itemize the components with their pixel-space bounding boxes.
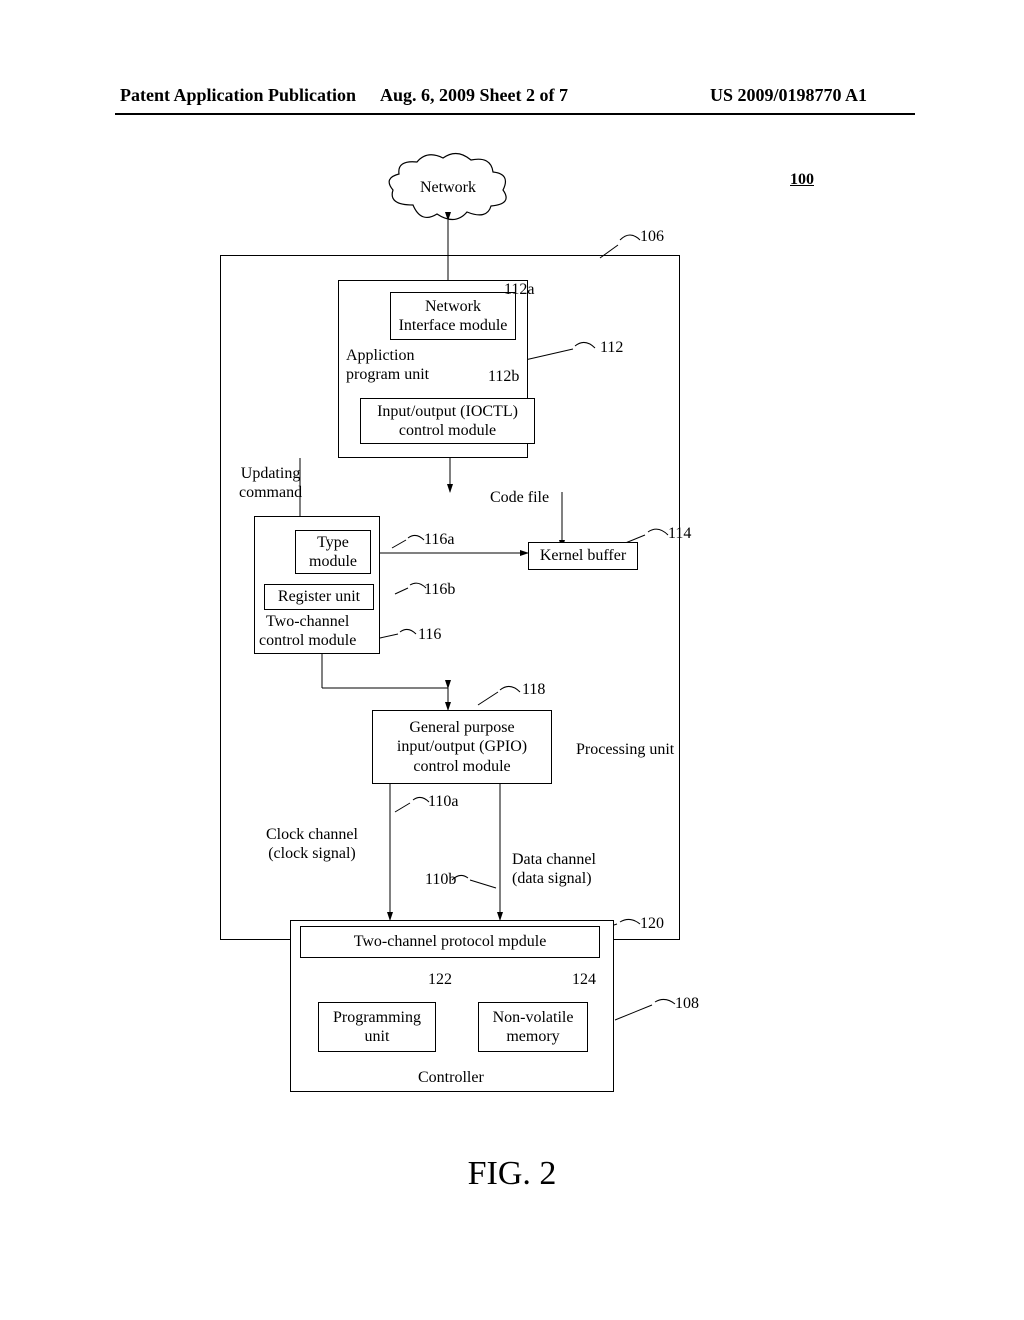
header-date-sheet: Aug. 6, 2009 Sheet 2 of 7 <box>380 85 568 106</box>
ioctl-module-text: Input/output (IOCTL)control module <box>377 402 518 440</box>
gpio-control-module-text: General purposeinput/output (GPIO)contro… <box>397 718 527 776</box>
clock-channel-label: Clock channel(clock signal) <box>266 825 358 863</box>
ref-118: 118 <box>522 680 545 699</box>
register-unit: Register unit <box>264 584 374 610</box>
ref-108: 108 <box>675 994 699 1013</box>
ref-116a: 116a <box>424 530 455 549</box>
ref-110a: 110a <box>428 792 459 811</box>
application-program-unit-label: Applictionprogram unit <box>346 346 429 384</box>
type-module: Typemodule <box>295 530 371 574</box>
two-channel-protocol-module-text: Two-channel protocol mpdule <box>354 932 547 951</box>
ref-110b: 110b <box>425 870 456 889</box>
header-rule <box>115 113 915 115</box>
two-channel-control-module-label: Two-channelcontrol module <box>259 612 356 650</box>
ref-116: 116 <box>418 625 441 644</box>
ref-112b: 112b <box>488 367 519 386</box>
programming-unit: Programmingunit <box>318 1002 436 1052</box>
programming-unit-text: Programmingunit <box>333 1008 421 1046</box>
ref-120: 120 <box>640 914 664 933</box>
gpio-control-module: General purposeinput/output (GPIO)contro… <box>372 710 552 784</box>
ref-112a: 112a <box>504 280 535 299</box>
kernel-buffer: Kernel buffer <box>528 542 638 570</box>
ref-116b: 116b <box>424 580 455 599</box>
header-pubnum: US 2009/0198770 A1 <box>710 85 867 106</box>
two-channel-protocol-module: Two-channel protocol mpdule <box>300 926 600 958</box>
controller-label: Controller <box>418 1068 484 1087</box>
register-unit-text: Register unit <box>278 587 360 606</box>
data-channel-label: Data channel(data signal) <box>512 850 596 888</box>
ref-112: 112 <box>600 338 623 357</box>
network-interface-module-text: NetworkInterface module <box>399 297 508 335</box>
header-publication: Patent Application Publication <box>120 85 356 106</box>
nonvolatile-memory-text: Non-volatilememory <box>493 1008 574 1046</box>
updating-command-label: Updatingcommand <box>239 464 302 502</box>
nonvolatile-memory: Non-volatilememory <box>478 1002 588 1052</box>
ref-124: 124 <box>572 970 596 989</box>
ref-114: 114 <box>668 524 691 543</box>
ref-106: 106 <box>640 227 664 246</box>
diagram-fig2: 100 Network Processing unit <box>0 140 1024 1140</box>
kernel-buffer-text: Kernel buffer <box>540 546 626 565</box>
type-module-text: Typemodule <box>309 533 357 571</box>
network-interface-module: NetworkInterface module <box>390 292 516 340</box>
ref-122: 122 <box>428 970 452 989</box>
figure-caption: FIG. 2 <box>0 1155 1024 1193</box>
ioctl-module: Input/output (IOCTL)control module <box>360 398 535 444</box>
code-file-label: Code file <box>490 488 549 507</box>
